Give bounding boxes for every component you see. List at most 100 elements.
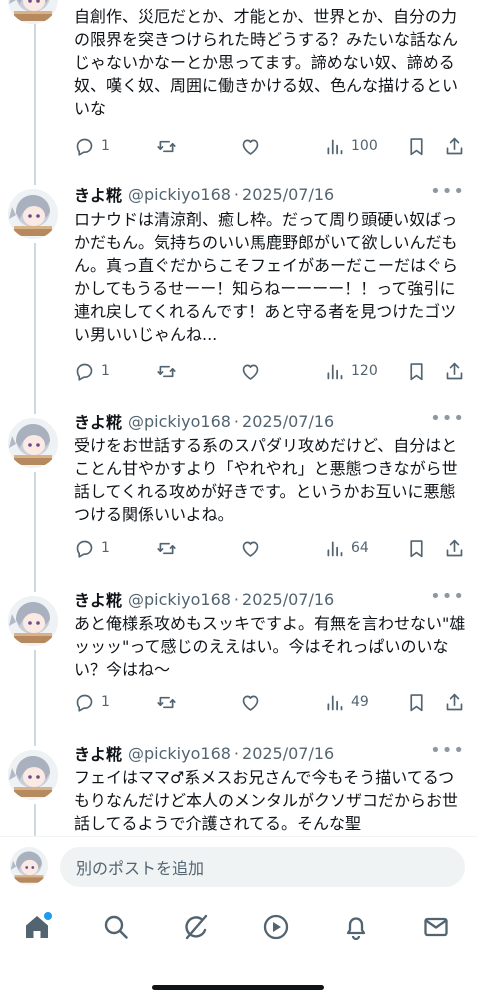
thread-line <box>34 0 36 175</box>
reply-composer: 別のポストを追加 <box>0 836 477 899</box>
tweet[interactable]: きよ糀 @pickiyo168 · 2025/07/16 ••• ロナウドは清涼… <box>0 175 477 404</box>
reply-icon <box>76 694 93 712</box>
avatar[interactable] <box>8 596 58 646</box>
timestamp[interactable]: 2025/07/16 <box>242 185 334 204</box>
repost-button[interactable] <box>156 536 177 560</box>
display-name[interactable]: きよ糀 <box>74 741 122 765</box>
repost-button[interactable] <box>156 359 177 383</box>
tweet-actions: 1 100 <box>74 134 469 158</box>
separator-dot: · <box>233 184 240 204</box>
thread-line <box>34 650 36 736</box>
thread-line <box>34 736 36 746</box>
views-button[interactable]: 120 <box>324 359 378 383</box>
separator-dot: · <box>233 411 240 431</box>
bookmark-button[interactable] <box>406 134 427 158</box>
reply-button[interactable]: 1 <box>74 690 110 714</box>
reply-button[interactable]: 1 <box>74 536 110 560</box>
tweet-actions: 1 120 <box>74 359 469 383</box>
tweet-actions: 1 49 <box>74 690 469 714</box>
share-button[interactable] <box>444 359 465 383</box>
avatar[interactable] <box>8 418 58 468</box>
more-options-icon[interactable]: ••• <box>430 181 465 202</box>
notification-dot <box>42 910 54 922</box>
repost-icon <box>157 696 176 708</box>
timestamp[interactable]: 2025/07/16 <box>242 412 334 431</box>
more-options-icon[interactable]: ••• <box>430 740 465 761</box>
more-options-icon[interactable]: ••• <box>430 586 465 607</box>
reply-count: 1 <box>101 540 110 556</box>
repost-icon <box>157 140 176 152</box>
views-button[interactable]: 64 <box>324 536 369 560</box>
tab-messages[interactable] <box>421 912 451 942</box>
share-button[interactable] <box>444 690 465 714</box>
view-count: 120 <box>351 363 378 379</box>
my-avatar[interactable] <box>10 847 48 885</box>
tweet-text: 受けをお世話する系のスパダリ攻めだけど、自分はとことん甘やかすより「やれやれ」と… <box>74 436 458 524</box>
repost-button[interactable] <box>156 690 177 714</box>
handle[interactable]: @pickiyo168 <box>128 185 231 204</box>
tweet[interactable]: きよ糀 @pickiyo168 · 2025/07/16 ••• 受けをお世話す… <box>0 404 477 582</box>
bookmark-button[interactable] <box>406 690 427 714</box>
more-options-icon[interactable]: ••• <box>430 408 465 429</box>
home-indicator <box>152 985 324 990</box>
tweet-header: きよ糀 @pickiyo168 · 2025/07/16 <box>74 182 334 206</box>
repost-button[interactable] <box>156 134 177 158</box>
views-icon <box>327 695 343 710</box>
heart-icon <box>242 139 259 155</box>
share-icon <box>446 693 463 710</box>
tweet-header: きよ糀 @pickiyo168 · 2025/07/16 <box>74 409 334 433</box>
bookmark-button[interactable] <box>406 536 427 560</box>
like-button[interactable] <box>240 134 261 158</box>
tab-notifications[interactable] <box>341 912 371 942</box>
like-button[interactable] <box>240 536 261 560</box>
separator-dot: · <box>233 743 240 763</box>
handle[interactable]: @pickiyo168 <box>128 412 231 431</box>
handle[interactable]: @pickiyo168 <box>128 744 231 763</box>
tab-video[interactable] <box>261 912 291 942</box>
tweet[interactable]: 自創作、災厄だとか、才能とか、世界とか、自分の力の限界を突きつけられた時どうする… <box>0 0 477 175</box>
tab-home[interactable] <box>22 910 54 942</box>
share-button[interactable] <box>444 536 465 560</box>
reply-count: 1 <box>101 138 110 154</box>
timestamp[interactable]: 2025/07/16 <box>242 744 334 763</box>
tweet-actions: 1 64 <box>74 536 469 560</box>
tweet[interactable]: きよ糀 @pickiyo168 · 2025/07/16 ••• フェイはママ♂… <box>0 736 477 836</box>
bookmark-button[interactable] <box>406 359 427 383</box>
bookmark-icon <box>410 693 423 711</box>
reply-icon <box>76 138 93 156</box>
reply-button[interactable]: 1 <box>74 134 110 158</box>
bookmark-icon <box>410 362 423 380</box>
views-button[interactable]: 100 <box>324 134 378 158</box>
tweet-text: 自創作、災厄だとか、才能とか、世界とか、自分の力の限界を突きつけられた時どうする… <box>74 7 459 118</box>
avatar[interactable] <box>8 189 58 239</box>
reply-icon <box>76 363 93 381</box>
display-name[interactable]: きよ糀 <box>74 409 122 433</box>
tweet[interactable]: きよ糀 @pickiyo168 · 2025/07/16 ••• あと俺様系攻め… <box>0 582 477 736</box>
repost-icon <box>157 542 176 554</box>
display-name[interactable]: きよ糀 <box>74 587 122 611</box>
thread-line <box>34 404 36 414</box>
handle[interactable]: @pickiyo168 <box>128 590 231 609</box>
avatar[interactable] <box>8 750 58 800</box>
display-name[interactable]: きよ糀 <box>74 182 122 206</box>
like-button[interactable] <box>240 359 261 383</box>
tweet-header: きよ糀 @pickiyo168 · 2025/07/16 <box>74 587 334 611</box>
tab-grok[interactable] <box>181 912 211 942</box>
grok-icon <box>185 914 208 940</box>
heart-icon <box>242 541 259 557</box>
reply-button[interactable]: 1 <box>74 359 110 383</box>
view-count: 64 <box>351 540 369 556</box>
timestamp[interactable]: 2025/07/16 <box>242 590 334 609</box>
add-post-input[interactable]: 別のポストを追加 <box>60 847 465 887</box>
views-icon <box>327 139 343 154</box>
share-button[interactable] <box>444 134 465 158</box>
view-count: 49 <box>351 694 369 710</box>
tab-search[interactable] <box>101 912 131 942</box>
thread-line <box>34 175 36 185</box>
search-icon <box>104 915 128 939</box>
heart-icon <box>242 695 259 711</box>
views-button[interactable]: 49 <box>324 690 369 714</box>
like-button[interactable] <box>240 690 261 714</box>
avatar[interactable] <box>8 0 58 24</box>
views-icon <box>327 541 343 556</box>
